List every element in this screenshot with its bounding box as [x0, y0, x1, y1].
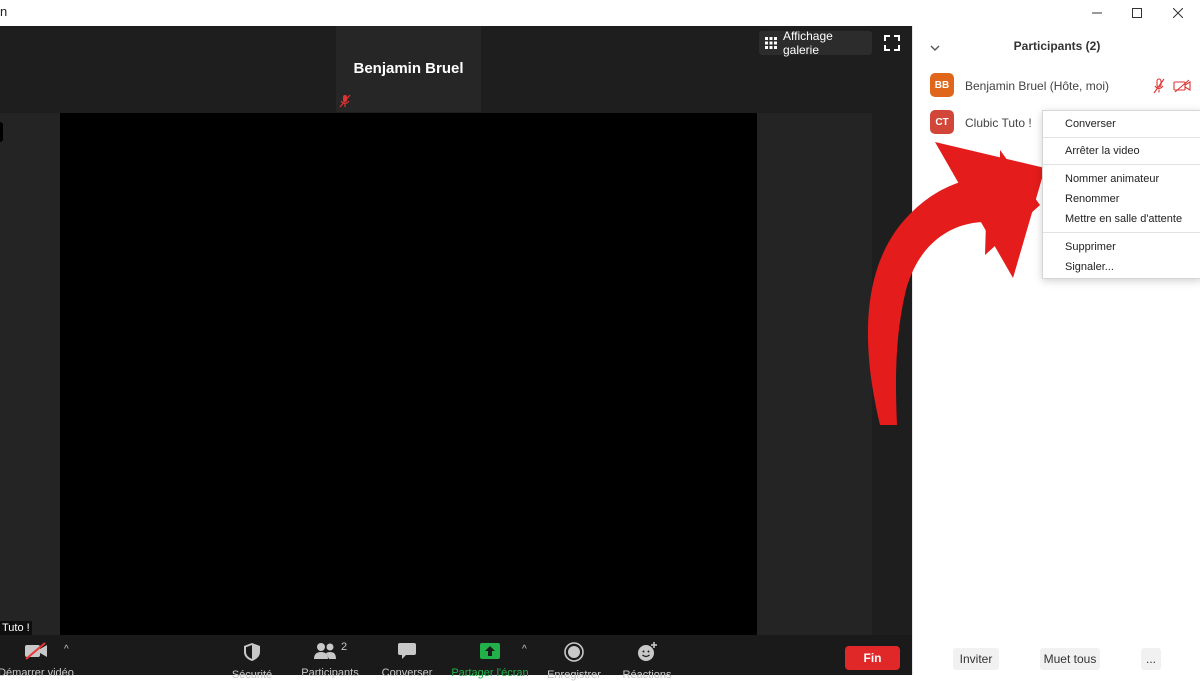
share-screen-button[interactable]: Partager l'écran: [448, 635, 532, 679]
menu-divider: [1043, 232, 1200, 233]
video-off-icon: [23, 642, 49, 660]
avatar: CT: [930, 110, 954, 134]
reactions-icon: [636, 642, 658, 662]
share-screen-label: Partager l'écran: [451, 667, 529, 679]
menu-item-make-host[interactable]: Nommer animateur: [1065, 173, 1159, 185]
menu-item-stop-video[interactable]: Arrêter la video: [1065, 145, 1140, 157]
side-tab[interactable]: [0, 122, 3, 142]
minimize-icon[interactable]: [1075, 0, 1119, 26]
share-options-caret[interactable]: ^: [522, 644, 527, 655]
menu-divider: [1043, 137, 1200, 138]
invite-button[interactable]: Inviter: [953, 648, 999, 670]
menu-divider: [1043, 164, 1200, 165]
muted-mic-icon[interactable]: [1152, 78, 1166, 99]
menu-item-rename[interactable]: Renommer: [1065, 193, 1119, 205]
maximize-icon[interactable]: [1115, 0, 1159, 26]
participant-row[interactable]: BB Benjamin Bruel (Hôte, moi): [930, 73, 1200, 99]
menu-item-remove[interactable]: Supprimer: [1065, 241, 1116, 253]
avatar: BB: [930, 73, 954, 97]
self-tile-name: Tuto !: [0, 621, 32, 635]
mute-all-button[interactable]: Muet tous: [1040, 648, 1100, 670]
participants-label: Participants: [301, 667, 359, 679]
participant-context-menu: Converser Arrêter la video Nommer animat…: [1042, 110, 1200, 279]
end-meeting-button[interactable]: Fin: [845, 646, 900, 670]
participant-name: Clubic Tuto !: [965, 116, 1032, 130]
participants-icon: 2: [313, 641, 348, 660]
participants-count: 2: [340, 641, 348, 653]
main-video-feed[interactable]: [60, 113, 757, 635]
window-titlebar: n: [0, 0, 1200, 26]
chat-icon: [397, 642, 417, 660]
menu-item-chat[interactable]: Converser: [1065, 118, 1116, 130]
grid-icon: [765, 37, 777, 49]
more-options-button[interactable]: ...: [1141, 648, 1161, 670]
window-title: n: [0, 4, 8, 19]
fullscreen-icon[interactable]: [883, 34, 901, 52]
video-area: Benjamin Bruel Affichage galerie Tuto !: [0, 26, 912, 681]
security-label: Sécurité: [231, 669, 273, 681]
start-video-button[interactable]: Démarrer vidéo: [0, 635, 82, 679]
active-speaker-name: Benjamin Bruel: [353, 60, 464, 77]
chat-button[interactable]: Converser: [378, 635, 436, 679]
start-video-label: Démarrer vidéo: [0, 667, 74, 679]
record-label: Enregistrer: [547, 669, 601, 681]
active-speaker-tile[interactable]: Benjamin Bruel: [336, 26, 481, 112]
record-icon: [564, 642, 584, 662]
menu-item-report[interactable]: Signaler...: [1065, 261, 1114, 273]
video-options-caret[interactable]: ^: [64, 644, 69, 655]
participants-button[interactable]: 2 Participants: [296, 635, 364, 679]
shield-icon: [243, 642, 261, 662]
reactions-button[interactable]: Réactions: [616, 635, 678, 681]
gallery-view-button[interactable]: Affichage galerie: [759, 29, 872, 57]
security-button[interactable]: Sécurité: [222, 635, 282, 681]
video-off-icon[interactable]: [1173, 79, 1191, 98]
meeting-toolbar: Démarrer vidéo ^ Sécurité 2 Participants…: [0, 635, 912, 681]
gallery-view-label: Affichage galerie: [782, 29, 833, 57]
record-button[interactable]: Enregistrer: [542, 635, 606, 681]
participant-name: Benjamin Bruel (Hôte, moi): [965, 79, 1110, 93]
panel-title: Participants (2): [1013, 39, 1101, 53]
share-screen-icon: [479, 642, 501, 660]
chat-label: Converser: [381, 667, 433, 679]
menu-item-waiting-room[interactable]: Mettre en salle d'attente: [1065, 213, 1182, 225]
reactions-label: Réactions: [622, 669, 672, 681]
close-icon[interactable]: [1156, 0, 1200, 26]
muted-mic-icon: [338, 93, 352, 109]
